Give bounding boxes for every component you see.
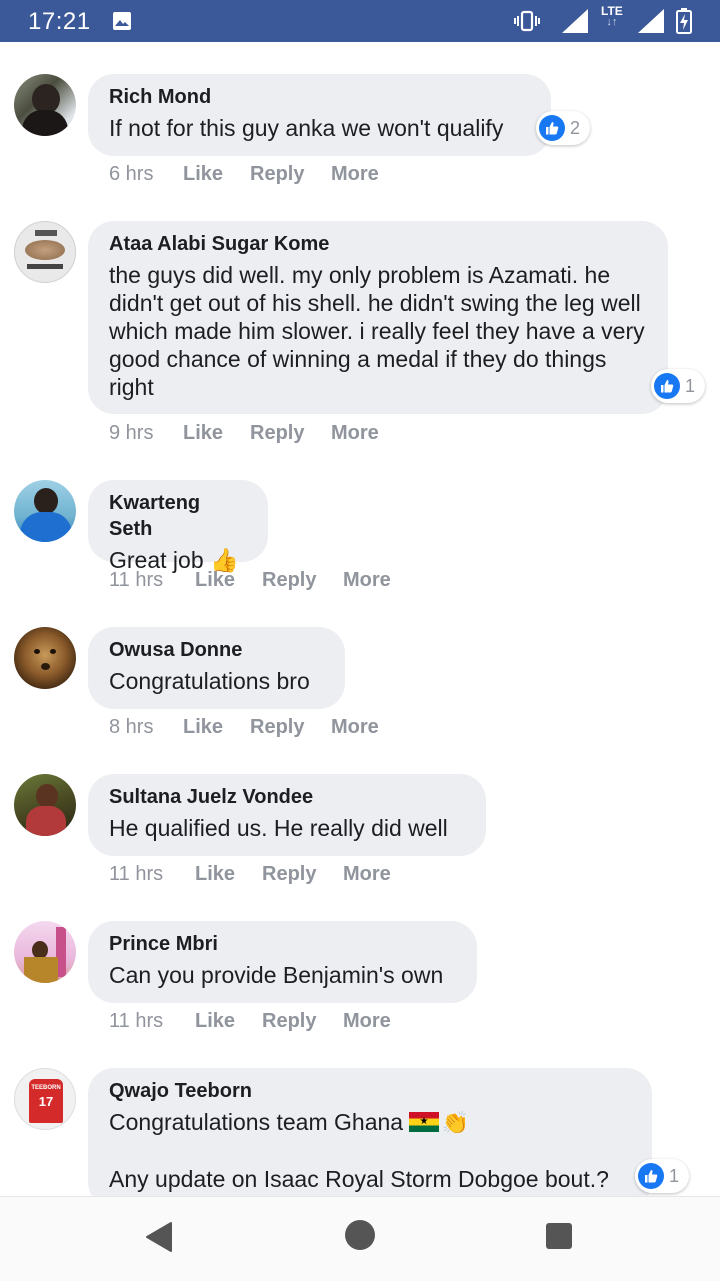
comment-bubble[interactable]: Sultana Juelz Vondee He qualified us. He… [88, 774, 486, 856]
more-button[interactable]: More [331, 163, 379, 186]
comment-text: the guys did well. my only problem is Az… [109, 262, 652, 400]
comment-bubble[interactable]: Rich Mond If not for this guy anka we wo… [88, 74, 551, 156]
comment-bubble[interactable]: Kwarteng Seth Great job 👍 [88, 480, 268, 573]
jersey-text: TEEBORN [31, 1085, 61, 1091]
signal-icon [638, 9, 664, 33]
vibrate-icon [514, 10, 540, 32]
reply-button[interactable]: Reply [250, 163, 331, 186]
comment-time[interactable]: 11 hrs [109, 1010, 195, 1033]
more-button[interactable]: More [331, 716, 379, 739]
like-icon [638, 1163, 664, 1189]
comment-time[interactable]: 6 hrs [109, 163, 183, 186]
comment-text: Any update on Isaac Royal Storm Dobgoe b… [109, 1166, 609, 1192]
clapping-hands-emoji: 👏 [441, 1110, 469, 1135]
like-button[interactable]: Like [183, 163, 250, 186]
reply-button[interactable]: Reply [250, 716, 331, 739]
more-button[interactable]: More [331, 422, 379, 445]
reaction-count[interactable]: 1 [635, 1159, 690, 1193]
comment-bubble[interactable]: Prince Mbri Can you provide Benjamin's o… [88, 921, 477, 1003]
more-button[interactable]: More [343, 863, 391, 886]
like-button[interactable]: Like [195, 569, 262, 592]
comment-bubble[interactable]: Qwajo Teeborn Congratulations team Ghana… [88, 1068, 652, 1196]
reaction-count[interactable]: 2 [536, 111, 591, 145]
reply-button[interactable]: Reply [262, 569, 343, 592]
reply-button[interactable]: Reply [262, 1010, 343, 1033]
comment-author[interactable]: Prince Mbri [109, 931, 457, 957]
like-button[interactable]: Like [183, 716, 250, 739]
avatar[interactable] [14, 221, 76, 283]
comment-actions: 6 hrs Like Reply More [109, 163, 379, 186]
comment-author[interactable]: Ataa Alabi Sugar Kome [109, 231, 648, 257]
comment-author[interactable]: Sultana Juelz Vondee [109, 784, 466, 810]
comment-time[interactable]: 11 hrs [109, 863, 195, 886]
image-icon [113, 12, 131, 30]
signal-icon [562, 9, 588, 33]
comment-text: If not for this guy anka we won't qualif… [109, 115, 504, 141]
avatar[interactable] [14, 480, 76, 542]
like-icon [654, 373, 680, 399]
like-button[interactable]: Like [195, 1010, 262, 1033]
back-icon[interactable] [145, 1221, 173, 1253]
more-button[interactable]: More [343, 569, 391, 592]
status-time: 17:21 [28, 8, 91, 35]
ghana-flag-emoji: ★ [409, 1112, 440, 1132]
comment-bubble[interactable]: Ataa Alabi Sugar Kome the guys did well.… [88, 221, 668, 414]
comment-time[interactable]: 11 hrs [109, 569, 195, 592]
recent-apps-icon[interactable] [545, 1222, 573, 1250]
comment-time[interactable]: 8 hrs [109, 716, 183, 739]
comment-text: Congratulations bro [109, 668, 310, 694]
avatar[interactable] [14, 74, 76, 136]
avatar[interactable] [14, 774, 76, 836]
reaction-count[interactable]: 1 [651, 369, 706, 403]
home-icon[interactable] [343, 1218, 377, 1252]
comment-actions: 11 hrs Like Reply More [109, 569, 391, 592]
avatar[interactable] [14, 627, 76, 689]
comment-author[interactable]: Owusa Donne [109, 637, 325, 663]
reply-button[interactable]: Reply [250, 422, 331, 445]
comment-text: Can you provide Benjamin's own [109, 962, 444, 988]
comment-actions: 11 hrs Like Reply More [109, 1010, 391, 1033]
comments-list[interactable]: Rich Mond If not for this guy anka we wo… [0, 42, 720, 1196]
comment-actions: 9 hrs Like Reply More [109, 422, 379, 445]
network-type: LTE ↓↑ [601, 4, 623, 28]
comment-text: Congratulations team Ghana ★ 👏 [109, 1109, 469, 1135]
like-button[interactable]: Like [183, 422, 250, 445]
reaction-number: 1 [669, 1165, 680, 1186]
comment-author[interactable]: Kwarteng Seth [109, 490, 248, 542]
comment-author[interactable]: Rich Mond [109, 84, 531, 110]
battery-icon [676, 8, 692, 34]
reply-button[interactable]: Reply [262, 863, 343, 886]
like-button[interactable]: Like [195, 863, 262, 886]
like-icon [539, 115, 565, 141]
comment-time[interactable]: 9 hrs [109, 422, 183, 445]
comment-text: He qualified us. He really did well [109, 815, 448, 841]
comment-author[interactable]: Qwajo Teeborn [109, 1078, 632, 1104]
status-bar: 17:21 LTE ↓↑ [0, 0, 720, 42]
reaction-number: 2 [570, 117, 581, 138]
avatar[interactable]: TEEBORN 17 [14, 1068, 76, 1130]
avatar[interactable] [14, 921, 76, 983]
comment-actions: 8 hrs Like Reply More [109, 716, 379, 739]
comment-bubble[interactable]: Owusa Donne Congratulations bro [88, 627, 345, 709]
jersey-number: 17 [38, 1094, 54, 1109]
navigation-bar [0, 1196, 720, 1281]
comment-actions: 11 hrs Like Reply More [109, 863, 391, 886]
reaction-number: 1 [685, 375, 696, 396]
more-button[interactable]: More [343, 1010, 391, 1033]
